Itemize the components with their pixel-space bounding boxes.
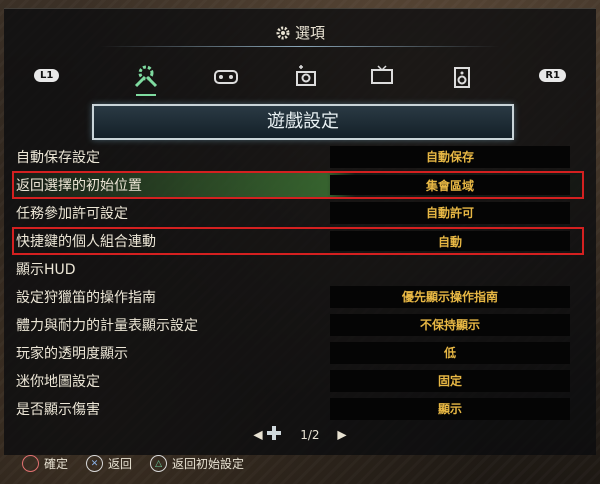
setting-value[interactable]: 自動許可	[330, 202, 570, 224]
setting-label: 返回選擇的初始位置	[16, 178, 142, 194]
l1-button[interactable]: L1	[34, 69, 60, 82]
setting-row[interactable]: 任務參加許可設定 自動許可	[12, 199, 584, 227]
confirm-hint[interactable]: 確定	[22, 455, 68, 472]
setting-value[interactable]: 優先顯示操作指南	[330, 286, 570, 308]
tab-game-settings[interactable]	[130, 60, 162, 96]
sound-icon	[454, 67, 470, 88]
setting-label: 任務參加許可設定	[16, 206, 128, 222]
setting-value[interactable]: 自動	[330, 231, 570, 251]
camera-icon	[296, 65, 316, 86]
pager: ◀ 1/2 ▶	[0, 425, 600, 444]
circle-button-icon	[22, 455, 39, 472]
display-icon	[371, 65, 393, 84]
setting-label: 自動保存設定	[16, 150, 100, 166]
setting-value[interactable]: 不保持顯示	[330, 314, 570, 336]
triangle-button-icon: △	[150, 455, 168, 472]
reset-label: 返回初始設定	[172, 457, 245, 471]
back-hint[interactable]: ✕ 返回	[86, 455, 132, 472]
cross-button-icon: ✕	[86, 455, 104, 472]
page-title: 選項	[0, 22, 600, 45]
setting-label: 顯示HUD	[16, 262, 76, 278]
tab-controller[interactable]	[210, 60, 242, 92]
section-title: 遊戲設定	[92, 104, 514, 140]
category-tabs: L1 R1	[0, 60, 600, 96]
setting-label: 快捷鍵的個人組合連動	[16, 234, 156, 250]
game-settings-icon	[134, 65, 158, 88]
setting-row[interactable]: 自動保存設定 自動保存	[12, 143, 584, 171]
setting-label: 玩家的透明度顯示	[16, 346, 128, 362]
setting-row-selected[interactable]: 返回選擇的初始位置 集會區域	[12, 171, 584, 199]
setting-row[interactable]: 玩家的透明度顯示 低	[12, 339, 584, 367]
settings-list: 自動保存設定 自動保存 返回選擇的初始位置 集會區域 任務參加許可設定 自動許可 快捷…	[12, 143, 584, 423]
prev-page-icon[interactable]: ◀	[253, 428, 262, 442]
header-divider	[100, 46, 500, 47]
setting-value[interactable]: 集會區域	[330, 175, 570, 195]
tab-camera[interactable]	[290, 60, 322, 92]
setting-row-highlighted[interactable]: 快捷鍵的個人組合連動 自動	[12, 227, 584, 255]
r1-button[interactable]: R1	[539, 69, 566, 82]
setting-label: 是否顯示傷害	[16, 402, 100, 418]
setting-label: 體力與耐力的計量表顯示設定	[16, 318, 198, 334]
setting-value[interactable]: 低	[330, 342, 570, 364]
gear-icon	[275, 25, 291, 45]
title-text: 選項	[294, 24, 325, 42]
next-page-icon[interactable]: ▶	[337, 428, 346, 442]
setting-row[interactable]: 體力與耐力的計量表顯示設定 不保持顯示	[12, 311, 584, 339]
tab-sound[interactable]	[446, 60, 478, 92]
setting-row[interactable]: 是否顯示傷害 顯示	[12, 395, 584, 423]
setting-label: 設定狩獵笛的操作指南	[16, 290, 156, 306]
tab-display[interactable]	[366, 60, 398, 92]
setting-row[interactable]: 迷你地圖設定 固定	[12, 367, 584, 395]
confirm-label: 確定	[44, 457, 69, 471]
setting-label: 迷你地圖設定	[16, 374, 100, 390]
setting-row[interactable]: 設定狩獵笛的操作指南 優先顯示操作指南	[12, 283, 584, 311]
setting-value[interactable]: 自動保存	[330, 146, 570, 168]
button-hints: 確定 ✕ 返回 △ 返回初始設定	[22, 455, 244, 472]
back-label: 返回	[108, 457, 133, 471]
page-indicator: 1/2	[300, 427, 320, 442]
setting-value[interactable]: 固定	[330, 370, 570, 392]
setting-row[interactable]: 顯示HUD	[12, 255, 584, 283]
setting-value[interactable]: 顯示	[330, 398, 570, 420]
reset-hint[interactable]: △ 返回初始設定	[150, 455, 244, 472]
controller-icon	[214, 70, 238, 84]
dpad-icon	[266, 426, 286, 444]
